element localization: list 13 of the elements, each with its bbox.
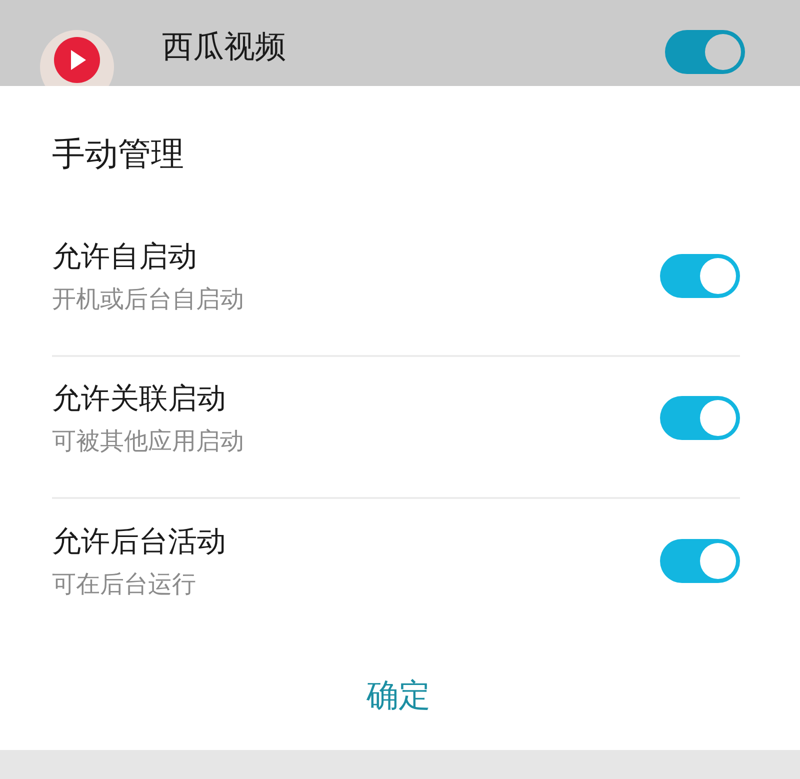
toggle-switch[interactable]	[660, 396, 740, 440]
dialog-title: 手动管理	[52, 133, 184, 175]
option-description: 可在后台运行	[52, 569, 196, 600]
toggle-switch[interactable]	[660, 539, 740, 583]
confirm-button[interactable]: 确定	[346, 664, 450, 728]
option-label: 允许后台活动	[52, 523, 226, 560]
option-label: 允许自启动	[52, 238, 197, 275]
app-name: 西瓜视频	[162, 28, 287, 67]
option-description: 开机或后台自启动	[52, 284, 244, 315]
option-description: 可被其他应用启动	[52, 426, 244, 457]
app-toggle[interactable]	[665, 30, 745, 74]
toggle-switch[interactable]	[660, 254, 740, 298]
option-label: 允许关联启动	[52, 380, 226, 417]
